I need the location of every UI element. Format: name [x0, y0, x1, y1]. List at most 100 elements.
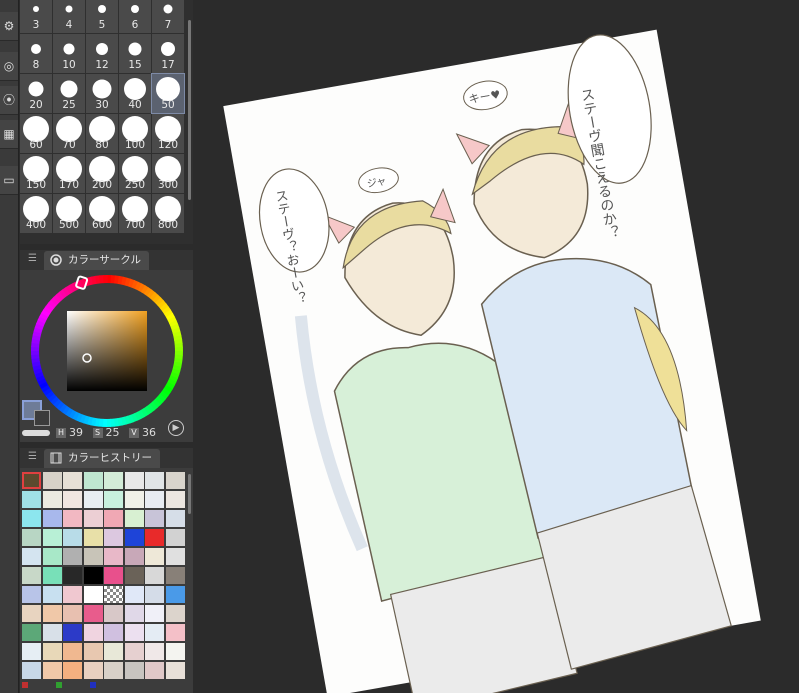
tool-property-icon[interactable]: ⦿ [0, 86, 18, 115]
history-swatch[interactable] [63, 472, 82, 489]
history-swatch[interactable] [145, 491, 164, 508]
history-swatch[interactable] [22, 605, 41, 622]
brush-size-cell[interactable]: 700 [119, 194, 151, 233]
brush-size-cell[interactable]: 10 [53, 34, 85, 73]
brush-size-cell[interactable]: 12 [86, 34, 118, 73]
history-swatch[interactable] [22, 472, 41, 489]
history-swatch[interactable] [63, 510, 82, 527]
history-swatch[interactable] [145, 510, 164, 527]
history-swatch[interactable] [124, 586, 144, 603]
history-swatch[interactable] [22, 567, 41, 584]
brush-size-cell[interactable]: 30 [86, 74, 118, 113]
brush-size-cell[interactable]: 5 [86, 0, 118, 33]
canvas-area[interactable]: ステーヴ聞こえるのか？ ステーヴ？おーい？ キー♥ ジャ [210, 0, 799, 693]
history-swatch[interactable] [145, 529, 164, 546]
history-swatch[interactable] [83, 643, 103, 660]
tab-color-circle[interactable]: カラーサークル [44, 251, 149, 270]
play-icon[interactable]: ▶ [168, 420, 184, 436]
history-swatch[interactable] [124, 472, 144, 489]
brush-size-cell[interactable]: 17 [152, 34, 184, 73]
history-swatch[interactable] [63, 567, 82, 584]
history-swatch[interactable] [104, 643, 123, 660]
history-swatch[interactable] [42, 491, 62, 508]
history-swatch[interactable] [63, 624, 82, 641]
history-swatch[interactable] [145, 624, 164, 641]
history-swatch[interactable] [145, 548, 164, 565]
history-swatch[interactable] [22, 510, 41, 527]
brush-size-cell[interactable]: 70 [53, 114, 85, 153]
brush-scrollbar[interactable] [188, 20, 191, 200]
history-swatch[interactable] [42, 510, 62, 527]
history-swatch[interactable] [83, 605, 103, 622]
history-swatch[interactable] [165, 643, 185, 660]
history-swatch[interactable] [83, 529, 103, 546]
history-swatch[interactable] [42, 662, 62, 679]
settings-icon[interactable]: ⚙ [0, 12, 18, 41]
history-swatch[interactable] [165, 662, 185, 679]
history-swatch[interactable] [22, 491, 41, 508]
history-swatch[interactable] [104, 491, 123, 508]
history-swatch[interactable] [83, 510, 103, 527]
history-swatch[interactable] [83, 662, 103, 679]
menu-icon[interactable]: ☰ [28, 254, 38, 264]
brush-size-cell[interactable]: 8 [20, 34, 52, 73]
history-swatch[interactable] [83, 472, 103, 489]
tab-color-history[interactable]: カラーヒストリー [44, 449, 160, 468]
brush-size-cell[interactable]: 3 [20, 0, 52, 33]
menu-icon[interactable]: ☰ [28, 452, 38, 462]
brush-size-cell[interactable]: 7 [152, 0, 184, 33]
history-swatch[interactable] [104, 662, 123, 679]
brush-size-cell[interactable]: 60 [20, 114, 52, 153]
history-swatch[interactable] [83, 491, 103, 508]
history-swatch[interactable] [104, 624, 123, 641]
history-swatch[interactable] [165, 605, 185, 622]
brush-size-cell[interactable]: 250 [119, 154, 151, 193]
history-swatch[interactable] [165, 510, 185, 527]
history-swatch[interactable] [145, 567, 164, 584]
brush-size-cell[interactable]: 150 [20, 154, 52, 193]
brush-size-cell[interactable]: 170 [53, 154, 85, 193]
history-swatch[interactable] [165, 586, 185, 603]
brush-size-cell[interactable]: 4 [53, 0, 85, 33]
brush-size-cell[interactable]: 500 [53, 194, 85, 233]
brush-size-cell[interactable]: 15 [119, 34, 151, 73]
history-swatch[interactable] [83, 567, 103, 584]
brush-size-cell[interactable]: 6 [119, 0, 151, 33]
history-swatch[interactable] [42, 567, 62, 584]
history-swatch[interactable] [63, 605, 82, 622]
history-swatch[interactable] [42, 643, 62, 660]
brush-size-cell[interactable]: 50 [151, 73, 185, 114]
history-swatch[interactable] [63, 491, 82, 508]
history-swatch[interactable] [42, 472, 62, 489]
filmstrip-icon[interactable]: ▦ [0, 120, 18, 149]
history-swatch[interactable] [42, 548, 62, 565]
history-swatch[interactable] [42, 586, 62, 603]
sub-color-swatch[interactable] [34, 410, 50, 426]
history-swatch[interactable] [165, 624, 185, 641]
history-swatch[interactable] [145, 605, 164, 622]
brush-size-cell[interactable]: 120 [152, 114, 184, 153]
history-swatch[interactable] [124, 605, 144, 622]
brush-size-cell[interactable]: 25 [53, 74, 85, 113]
brush-size-cell[interactable]: 600 [86, 194, 118, 233]
history-swatch[interactable] [104, 548, 123, 565]
history-swatch[interactable] [83, 548, 103, 565]
history-swatch[interactable] [83, 624, 103, 641]
history-swatch[interactable] [22, 548, 41, 565]
history-swatch[interactable] [22, 643, 41, 660]
brush-size-cell[interactable]: 80 [86, 114, 118, 153]
history-swatch[interactable] [145, 662, 164, 679]
history-swatch[interactable] [145, 472, 164, 489]
history-swatch[interactable] [124, 510, 144, 527]
history-swatch[interactable] [42, 529, 62, 546]
brush-size-cell[interactable]: 100 [119, 114, 151, 153]
history-swatch[interactable] [104, 472, 123, 489]
history-swatch[interactable] [63, 662, 82, 679]
history-swatch[interactable] [104, 567, 123, 584]
history-swatch[interactable] [124, 624, 144, 641]
history-swatch[interactable] [63, 643, 82, 660]
history-swatch[interactable] [124, 662, 144, 679]
brush-size-cell[interactable]: 300 [152, 154, 184, 193]
transparent-color-toggle[interactable] [22, 430, 50, 436]
history-swatch[interactable] [124, 491, 144, 508]
